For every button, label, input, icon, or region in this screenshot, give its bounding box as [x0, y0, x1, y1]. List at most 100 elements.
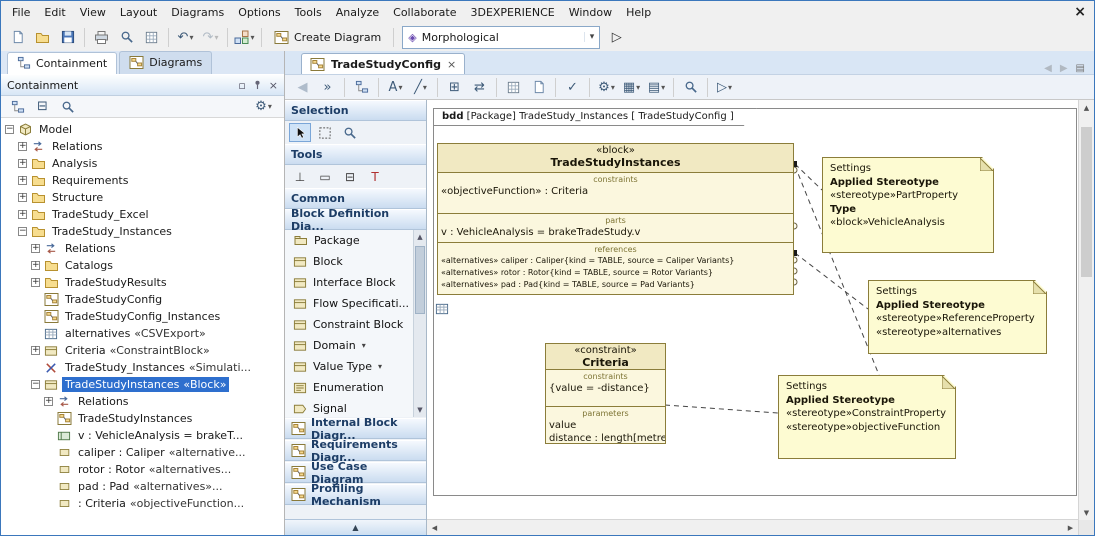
related-elements-icon[interactable]: ▾: [232, 26, 257, 48]
dock-tab-diagrams[interactable]: Diagrams: [119, 51, 212, 74]
menu-analyze[interactable]: Analyze: [329, 3, 386, 22]
tab-close-icon[interactable]: ×: [447, 58, 456, 71]
tree-item-tradestudyconfig[interactable]: TradeStudyConfig: [1, 291, 284, 308]
tree-item-tradestudyinstances[interactable]: TradeStudyInstances: [1, 410, 284, 427]
palette-header-tools[interactable]: Tools: [285, 144, 426, 165]
tree-item-structure[interactable]: +Structure: [1, 189, 284, 206]
menu-file[interactable]: File: [5, 3, 37, 22]
palette-item-value-type[interactable]: Value Type▾: [285, 356, 414, 377]
attached-table-icon[interactable]: [435, 302, 449, 316]
scroll-thumb[interactable]: [415, 246, 425, 314]
tree-item-relations[interactable]: +Relations: [1, 138, 284, 155]
expander-icon[interactable]: +: [31, 278, 40, 287]
settings-note-3[interactable]: SettingsApplied Stereotype«stereotype»Co…: [778, 375, 956, 459]
expander-icon[interactable]: +: [31, 346, 40, 355]
expander-icon[interactable]: −: [31, 380, 40, 389]
separator-tool-icon[interactable]: ▭: [314, 167, 336, 186]
tree-item-tradestudyresults[interactable]: +TradeStudyResults: [1, 274, 284, 291]
tree-item-tradestudy-instances[interactable]: TradeStudy_Instances«Simulati...: [1, 359, 284, 376]
scroll-down-icon[interactable]: ▼: [1079, 505, 1094, 520]
canvas-vertical-scrollbar[interactable]: ▲ ▼: [1078, 100, 1094, 535]
run-button[interactable]: ▷: [604, 26, 629, 48]
scroll-right-icon[interactable]: ▶: [1063, 520, 1078, 535]
search-icon[interactable]: [55, 96, 80, 118]
menu-options[interactable]: Options: [231, 3, 287, 22]
palette-category-internal-block-diagr-[interactable]: Internal Block Diagr...: [285, 418, 426, 439]
palette-item-flow-specificati-[interactable]: Flow Specificati...: [285, 293, 414, 314]
palette-category-profiling-mechanism[interactable]: Profiling Mechanism: [285, 484, 426, 505]
diagram-list-icon[interactable]: ▤: [1076, 64, 1085, 74]
float-panel-icon[interactable]: ▫: [238, 80, 245, 91]
dock-tab-containment[interactable]: Containment: [7, 52, 117, 74]
print-preview-icon[interactable]: [114, 26, 139, 48]
expander-icon[interactable]: +: [18, 176, 27, 185]
menu-3dexperience[interactable]: 3DEXPERIENCE: [463, 3, 561, 22]
perspective-combobox[interactable]: ◈Morphological▾: [402, 26, 600, 49]
undo-icon[interactable]: ↶▾: [173, 26, 198, 48]
tree-item-tradestudy-instances[interactable]: −TradeStudy_Instances: [1, 223, 284, 240]
window-close-button[interactable]: ×: [1074, 4, 1086, 20]
canvas-horizontal-scrollbar[interactable]: ◀ ▶: [427, 519, 1078, 535]
palette-item-enumeration[interactable]: Enumeration: [285, 377, 414, 398]
tree-item-model[interactable]: −Model: [1, 121, 284, 138]
simulate-icon[interactable]: ▷▾: [712, 76, 737, 98]
tree-item-alternatives[interactable]: alternatives«CSVExport»: [1, 325, 284, 342]
settings-gear-icon[interactable]: ⚙▾: [251, 96, 276, 118]
block-tradestudyinstances[interactable]: «block» TradeStudyInstances constraints«…: [437, 143, 794, 295]
tree-item-caliper-caliper[interactable]: caliper : Caliper«alternative...: [1, 444, 284, 461]
back-icon[interactable]: ◀: [290, 76, 315, 98]
expander-icon[interactable]: +: [18, 159, 27, 168]
link-with-selection-icon[interactable]: [5, 96, 30, 118]
print-icon[interactable]: [89, 26, 114, 48]
line-style-icon[interactable]: ╱▾: [408, 76, 433, 98]
show-options-icon[interactable]: ▦▾: [619, 76, 644, 98]
expander-icon[interactable]: +: [18, 210, 27, 219]
pin-panel-icon[interactable]: [252, 79, 263, 91]
palette-item-package[interactable]: Package: [285, 230, 414, 251]
menu-diagrams[interactable]: Diagrams: [164, 3, 231, 22]
zoom-tool-icon[interactable]: [339, 123, 361, 142]
expander-icon[interactable]: +: [18, 193, 27, 202]
dropdown-caret-icon[interactable]: ▾: [378, 362, 382, 371]
menu-window[interactable]: Window: [562, 3, 619, 22]
anchor-tool-icon[interactable]: ⊥: [289, 167, 311, 186]
palette-category-requirements-diagr-[interactable]: Requirements Diagr...: [285, 440, 426, 461]
create-diagram-button[interactable]: Create Diagram: [266, 28, 389, 47]
expander-icon[interactable]: −: [18, 227, 27, 236]
diagram-canvas[interactable]: bdd [Package] TradeStudy_Instances [ Tra…: [427, 100, 1078, 519]
redo-icon[interactable]: ↷▾: [198, 26, 223, 48]
palette-item-block[interactable]: Block: [285, 251, 414, 272]
prev-diagram-icon[interactable]: ◀: [1044, 64, 1052, 74]
tree-item-relations[interactable]: +Relations: [1, 240, 284, 257]
tree-item--criteria[interactable]: : Criteria«objectiveFunction...: [1, 495, 284, 512]
zoom-icon[interactable]: [678, 76, 703, 98]
export-icon[interactable]: [139, 26, 164, 48]
text-box-tool-icon[interactable]: T: [364, 167, 386, 186]
menu-tools[interactable]: Tools: [288, 3, 329, 22]
scroll-down-icon[interactable]: ▼: [417, 403, 422, 417]
scroll-up-icon[interactable]: ▲: [1079, 100, 1094, 115]
grid-icon[interactable]: [501, 76, 526, 98]
gear-icon[interactable]: ⚙▾: [594, 76, 619, 98]
menu-help[interactable]: Help: [619, 3, 658, 22]
palette-item-interface-block[interactable]: Interface Block: [285, 272, 414, 293]
validate-icon[interactable]: ✓: [560, 76, 585, 98]
tree-item-rotor-rotor[interactable]: rotor : Rotor«alternatives...: [1, 461, 284, 478]
open-project-icon[interactable]: [30, 26, 55, 48]
tree-item-catalogs[interactable]: +Catalogs: [1, 257, 284, 274]
palette-scrollbar[interactable]: ▲ ▼: [413, 230, 426, 417]
save-icon[interactable]: [55, 26, 80, 48]
tree-item-tradestudyconfig-instances[interactable]: TradeStudyConfig_Instances: [1, 308, 284, 325]
pointer-tool-icon[interactable]: [289, 123, 311, 142]
tree-item-criteria[interactable]: +Criteria«ConstraintBlock»: [1, 342, 284, 359]
menu-edit[interactable]: Edit: [37, 3, 72, 22]
tree-item-analysis[interactable]: +Analysis: [1, 155, 284, 172]
constraint-block-criteria[interactable]: «constraint» Criteria constraints{value …: [545, 343, 666, 444]
scroll-left-icon[interactable]: ◀: [427, 520, 442, 535]
settings-note-2[interactable]: SettingsApplied Stereotype«stereotype»Re…: [868, 280, 1047, 354]
dropdown-caret-icon[interactable]: ▾: [362, 341, 366, 350]
marquee-tool-icon[interactable]: [314, 123, 336, 142]
palette-collapse-button[interactable]: ▲: [285, 519, 426, 535]
legend-icon[interactable]: ▤▾: [644, 76, 669, 98]
expander-icon[interactable]: +: [44, 397, 53, 406]
